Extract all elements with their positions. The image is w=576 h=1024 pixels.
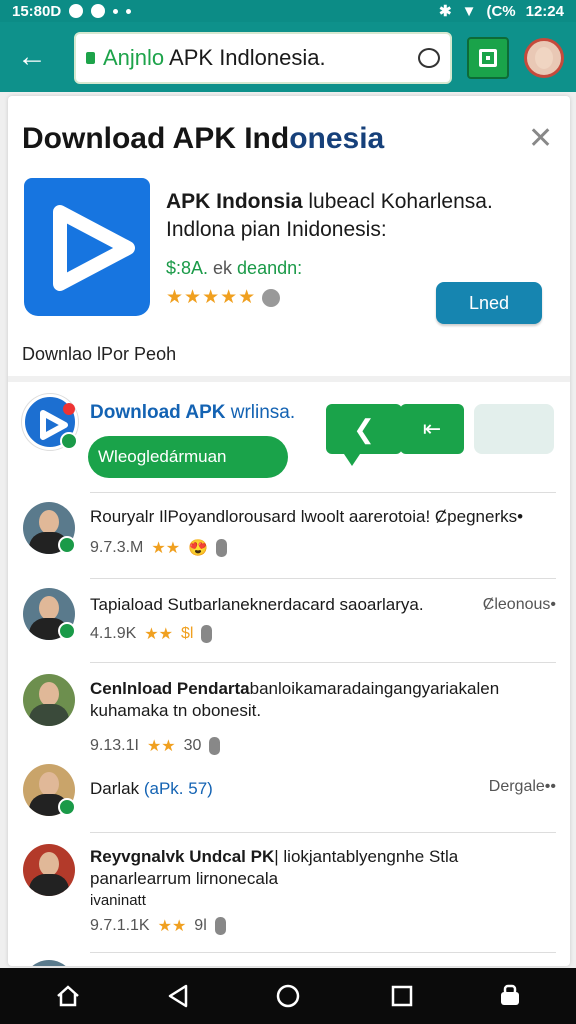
- share-arrow-icon: ⇤: [422, 416, 442, 441]
- item-meta: 4.1.9K ★★ $l: [90, 624, 213, 644]
- browser-toolbar: ← Anjnlo APK Indlonesia.: [0, 22, 576, 92]
- battery-level: (C%: [486, 2, 516, 20]
- item-subtitle: ivaninatt: [90, 892, 146, 909]
- list-item[interactable]: Cenlnload Pendartabanloikamaradaingangya…: [8, 662, 570, 762]
- item-title: Reyvgnalvk Undcal PK| liokjantablyengnhe…: [90, 847, 459, 888]
- status-time: 15:80D: [12, 2, 62, 20]
- avatar: [23, 674, 75, 726]
- avatar: [23, 844, 75, 896]
- row-divider: [90, 492, 556, 493]
- avatar: [23, 960, 75, 966]
- item-meta: 9.13.1I ★★ 30: [90, 736, 221, 756]
- notification-dot-icon: [126, 8, 132, 14]
- disabled-button[interactable]: [474, 404, 554, 454]
- load-button[interactable]: Lned: [436, 282, 542, 324]
- row-divider: [90, 578, 556, 579]
- info-icon: [214, 917, 226, 935]
- row-divider: [90, 832, 556, 833]
- row-divider: [90, 952, 556, 953]
- list-item[interactable]: Reyvgnalvk Undcal PK| liokjantablyengnhe…: [8, 832, 570, 952]
- app-rating: ★★★★★: [166, 286, 281, 309]
- url-text: Anjnlo APK Indlonesia.: [103, 45, 326, 70]
- profile-avatar[interactable]: [524, 38, 564, 78]
- list-item[interactable]: Rouryalr IlPoyandlorousard lwoolt aarero…: [8, 492, 570, 576]
- back-arrow-icon[interactable]: ←: [14, 39, 50, 75]
- url-bar[interactable]: Anjnlo APK Indlonesia.: [74, 32, 452, 84]
- recents-icon[interactable]: [388, 982, 416, 1010]
- verified-check-icon: [58, 536, 76, 554]
- lock-icon: [86, 52, 95, 64]
- item-meta: 9.7.3.M ★★ 😍: [90, 538, 227, 558]
- chat-bubble-icon[interactable]: [418, 48, 440, 68]
- clock: 12:24: [525, 2, 564, 20]
- item-title: Tapiaload Sutbarlaneknerdacard saoarlary…: [90, 595, 424, 614]
- home-circle-icon[interactable]: [274, 982, 302, 1010]
- reply-arrow-icon: ❮: [353, 414, 375, 444]
- verified-check-icon: [58, 798, 76, 816]
- info-icon: [209, 737, 221, 755]
- status-bar: 15:80D ✱ ▼ (C% 12:24: [0, 0, 576, 22]
- app-name: APK Indonsia lubeacl Koharlensa. Indlona…: [166, 190, 493, 241]
- tabs-button[interactable]: [467, 37, 509, 79]
- message-icon: [69, 4, 84, 18]
- download-note: Downlao lPor Peoh: [22, 344, 177, 364]
- back-triangle-icon[interactable]: [164, 982, 192, 1010]
- featured-download-button[interactable]: Wleogledármuan: [88, 436, 288, 478]
- verified-check-icon: [58, 622, 76, 640]
- share-button[interactable]: ⇤: [400, 404, 464, 454]
- notification-dot-icon: [113, 8, 119, 14]
- info-icon: [201, 625, 213, 643]
- info-icon: [262, 288, 281, 307]
- assistant-icon[interactable]: [496, 982, 524, 1010]
- download-dialog: Download APK Indonesia ✕ APK Indonsia lu…: [8, 96, 570, 966]
- item-tag: Dergale••: [488, 778, 556, 795]
- item-title: Rouryalr IlPoyandlorousard lwoolt aarero…: [90, 507, 524, 526]
- item-title: Cenlnload Pendartabanloikamaradaingangya…: [90, 679, 500, 720]
- bluetooth-icon: ✱: [439, 3, 452, 20]
- dialog-title: Download APK Indonesia: [22, 122, 385, 155]
- list-item[interactable]: Tapiaload Sutbarlaneknerdacard saoarlary…: [8, 578, 570, 662]
- row-divider: [90, 662, 556, 663]
- app-price: $:8A. ek deandn:: [166, 258, 303, 278]
- app-logo-icon: [24, 178, 150, 316]
- reply-button[interactable]: ❮: [326, 404, 402, 466]
- close-icon[interactable]: ✕: [528, 124, 553, 154]
- home-icon[interactable]: [54, 982, 82, 1010]
- wifi-icon: ▼: [461, 2, 477, 20]
- list-item[interactable]: Darlak (aPk. 57) Dergale••: [8, 762, 570, 832]
- section-divider: [8, 376, 570, 382]
- verified-check-icon: [60, 432, 78, 450]
- item-meta: 9.7.1.1K ★★ 9l: [90, 916, 226, 936]
- sync-icon: [91, 4, 106, 18]
- info-icon: [215, 539, 227, 557]
- featured-title: Download APK wrlinsa.: [90, 402, 296, 423]
- item-tag: Ȼleonous•: [482, 596, 556, 613]
- system-nav-bar: [0, 968, 576, 1024]
- list-item[interactable]: [8, 952, 570, 966]
- rating-stars: ★★★★★: [166, 287, 257, 308]
- item-title: Darlak (aPk. 57): [90, 779, 213, 798]
- tabs-icon: [479, 49, 497, 67]
